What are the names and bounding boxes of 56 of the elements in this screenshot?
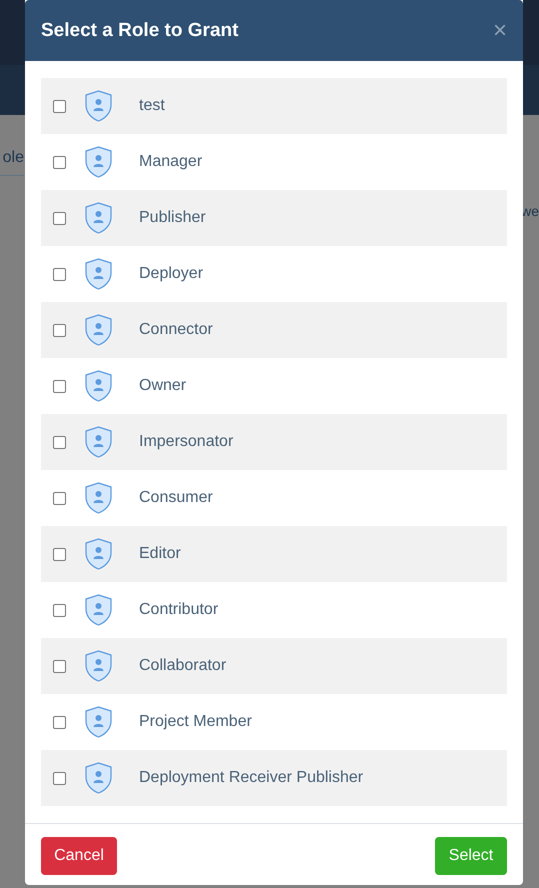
checkbox[interactable] [53, 492, 66, 504]
role-row[interactable]: Impersonator [41, 414, 507, 470]
role-name: Manager [139, 153, 202, 171]
user-shield-icon [85, 258, 112, 290]
role-row[interactable]: Deployer [41, 246, 507, 302]
checkbox[interactable] [53, 156, 66, 168]
checkbox[interactable] [53, 772, 66, 784]
role-name: test [139, 97, 165, 115]
user-shield-icon [85, 146, 112, 178]
checkbox[interactable] [53, 324, 66, 336]
user-shield-icon [85, 370, 112, 402]
user-shield-icon [85, 426, 112, 458]
role-name: Owner [139, 377, 186, 395]
user-shield-icon [85, 90, 112, 122]
role-name: Collaborator [139, 657, 226, 675]
dialog-title: Select a Role to Grant [41, 20, 238, 42]
role-row[interactable]: Manager [41, 134, 507, 190]
user-shield-icon [85, 650, 112, 682]
role-row[interactable]: Contributor [41, 582, 507, 638]
user-shield-icon [85, 538, 112, 570]
checkbox[interactable] [53, 716, 66, 728]
role-name: Project Member [139, 713, 252, 731]
checkbox[interactable] [53, 548, 66, 560]
user-shield-icon [85, 202, 112, 234]
role-name: Connector [139, 321, 213, 339]
checkbox[interactable] [53, 100, 66, 112]
role-name: Publisher [139, 209, 206, 227]
user-shield-icon [85, 706, 112, 738]
role-row[interactable]: Publisher [41, 190, 507, 246]
role-row[interactable]: Consumer [41, 470, 507, 526]
role-name: Deployment Receiver Publisher [139, 769, 364, 787]
checkbox[interactable] [53, 268, 66, 280]
checkbox[interactable] [53, 212, 66, 224]
checkbox[interactable] [53, 660, 66, 672]
role-row[interactable]: Editor [41, 526, 507, 582]
checkbox[interactable] [53, 380, 66, 392]
role-name: Editor [139, 545, 181, 563]
role-row[interactable]: Connector [41, 302, 507, 358]
user-shield-icon [85, 594, 112, 626]
user-shield-icon [85, 314, 112, 346]
checkbox[interactable] [53, 604, 66, 616]
role-name: Contributor [139, 601, 218, 619]
cancel-button[interactable]: Cancel [41, 836, 117, 874]
role-name: Deployer [139, 265, 204, 283]
close-button[interactable]: × [492, 18, 507, 42]
checkbox[interactable] [53, 436, 66, 448]
user-shield-icon [85, 762, 112, 794]
select-button[interactable]: Select [435, 836, 507, 874]
role-row[interactable]: Owner [41, 358, 507, 414]
role-row[interactable]: Deployment Receiver Publisher [41, 750, 507, 806]
role-row[interactable]: Project Member [41, 694, 507, 750]
role-row[interactable]: test [41, 78, 507, 134]
user-shield-icon [85, 482, 112, 514]
role-row[interactable]: Collaborator [41, 638, 507, 694]
role-name: Impersonator [139, 433, 234, 451]
role-name: Consumer [139, 489, 213, 507]
